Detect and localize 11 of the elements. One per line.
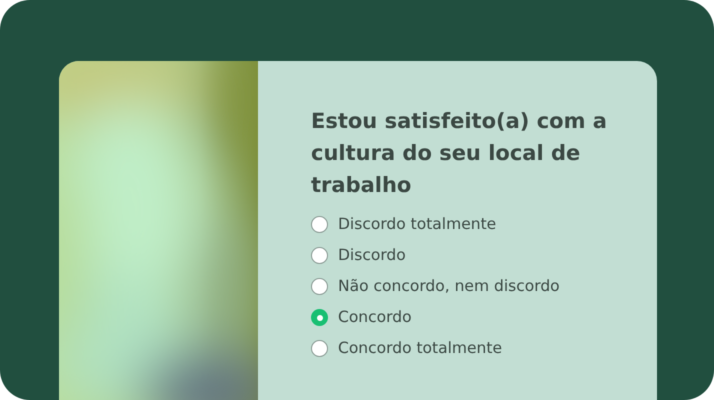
radio-button[interactable] bbox=[311, 309, 328, 326]
question-title: Estou satisfeito(a) com a cultura do seu local de trabalho bbox=[311, 108, 608, 199]
answer-option[interactable]: Não concordo, nem discordo bbox=[311, 271, 611, 302]
answer-option[interactable]: Concordo totalmente bbox=[311, 333, 611, 364]
answer-option[interactable]: Discordo totalmente bbox=[311, 209, 611, 240]
radio-button[interactable] bbox=[311, 247, 328, 264]
radio-button[interactable] bbox=[311, 278, 328, 295]
answer-option[interactable]: Concordo bbox=[311, 302, 611, 333]
radio-button[interactable] bbox=[311, 216, 328, 233]
answer-option[interactable]: Discordo bbox=[311, 240, 611, 271]
radio-button[interactable] bbox=[311, 340, 328, 357]
